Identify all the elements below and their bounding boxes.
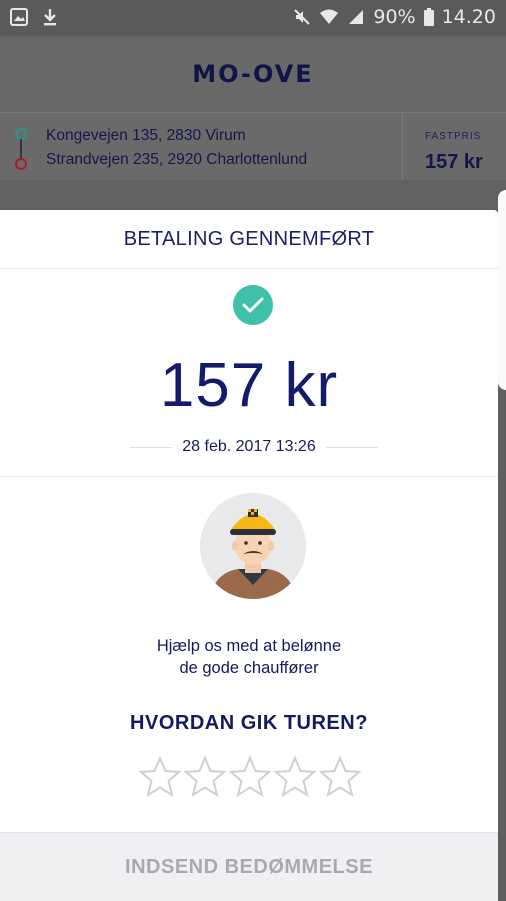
wifi-icon [319, 8, 339, 26]
help-line-2: de gode chauffører [179, 659, 319, 677]
route-summary: Kongevejen 135, 2830 Virum Strandvejen 2… [0, 112, 506, 181]
mute-icon [293, 8, 311, 26]
star-3-icon[interactable] [228, 755, 272, 799]
status-bar: 90% 14.20 [0, 0, 506, 36]
card-title: BETALING GENNEMFØRT [0, 210, 498, 269]
map-background [0, 180, 506, 210]
dropoff-address: Strandvejen 235, 2920 Charlottenlund [46, 151, 308, 168]
signal-icon [347, 8, 365, 26]
app-header: MO-OVE [0, 36, 506, 112]
fixed-price-box: FASTPRIS 157 kr [402, 113, 506, 181]
battery-percentage: 90% [373, 6, 416, 28]
pickup-address: Kongevejen 135, 2830 Virum [46, 127, 246, 144]
payment-date: 28 feb. 2017 13:26 [172, 438, 326, 455]
star-rating[interactable] [138, 755, 362, 799]
image-notification-icon [10, 8, 28, 26]
star-1-icon[interactable] [138, 755, 182, 799]
fixed-price-value: 157 kr [425, 151, 483, 173]
section-divider [0, 476, 498, 477]
download-icon [42, 8, 58, 26]
star-4-icon[interactable] [273, 755, 317, 799]
help-line-1: Hjælp os med at belønne [156, 637, 342, 655]
star-5-icon[interactable] [318, 755, 362, 799]
payment-complete-card: BETALING GENNEMFØRT 157 kr 28 feb. 2017 … [0, 210, 498, 901]
route-line-icon [12, 127, 30, 171]
payment-amount: 157 kr [159, 351, 339, 420]
clock: 14.20 [441, 6, 496, 28]
rating-help-text: Hjælp os med at belønne de gode chauffør… [0, 635, 498, 679]
submit-rating-button[interactable]: INDSEND BEDØMMELSE [0, 832, 498, 901]
check-icon [233, 285, 273, 325]
app-logo: MO-OVE [192, 60, 314, 88]
rating-question: HVORDAN GIK TUREN? [130, 712, 368, 734]
fixed-price-label: FASTPRIS [425, 131, 482, 142]
star-2-icon[interactable] [183, 755, 227, 799]
battery-icon [423, 8, 434, 26]
payment-date-row: 28 feb. 2017 13:26 [0, 438, 498, 456]
side-panel-edge [498, 190, 506, 390]
driver-avatar-icon [200, 493, 306, 599]
